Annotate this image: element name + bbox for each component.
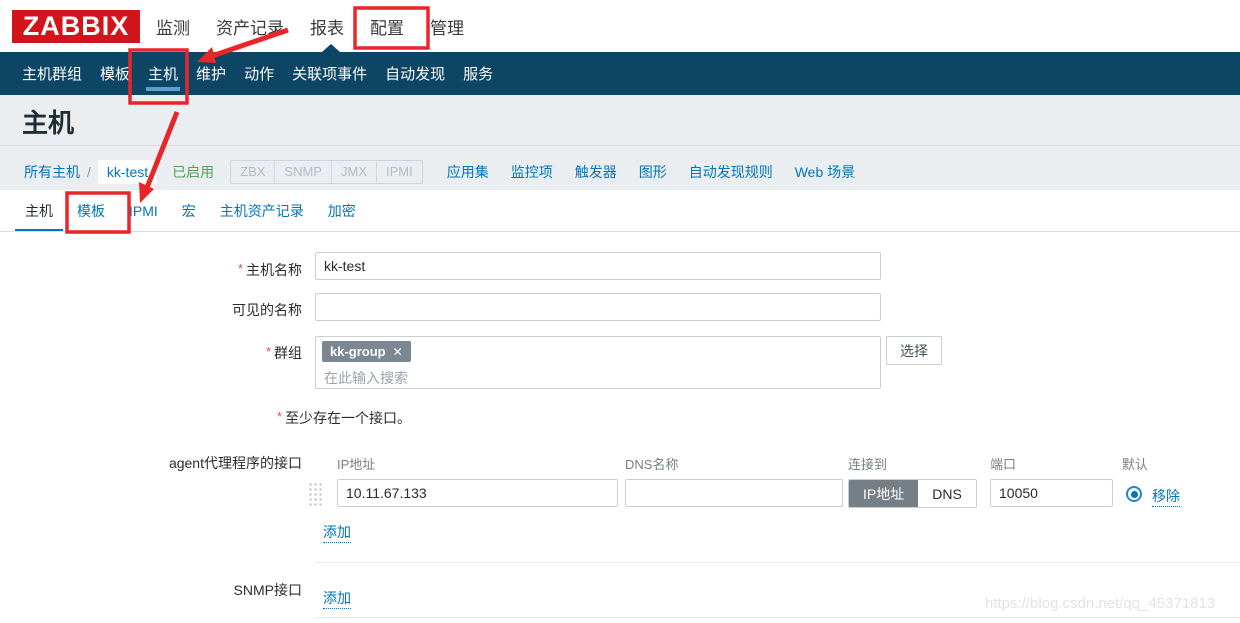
sub-nav-bar: 主机群组 模板 主机 维护 动作 关联项事件 自动发现 服务 [0,52,1240,95]
page-title: 主机 [22,103,74,140]
connect-to-toggle: IP地址 DNS [848,479,977,508]
availability-badges: ZBX SNMP JMX IPMI [230,160,423,184]
top-menu-reports[interactable]: 报表 [310,14,344,39]
agent-interface-label: agent代理程序的接口 [0,453,302,473]
interface-required-note: *至少存在一个接口。 [277,408,411,428]
breadcrumb: 所有主机 / kk-test 已启用 ZBX SNMP JMX IPMI 应用集… [24,159,855,185]
breadcrumb-entity-links: 应用集 监控项 触发器 图形 自动发现规则 Web 场景 [447,162,855,182]
visible-name-input[interactable] [315,293,881,321]
bottom-divider [315,617,1240,618]
breadcrumb-host-box[interactable]: kk-test [98,160,157,184]
tab-host-inventory[interactable]: 主机资产记录 [208,190,316,232]
interface-port-input[interactable] [990,479,1113,507]
visible-name-label: 可见的名称 [0,300,302,320]
selected-menu-notch [322,44,340,52]
connect-to-ip-option[interactable]: IP地址 [849,480,918,507]
tab-bar: 主机 模板 IPMI 宏 主机资产记录 加密 [0,190,1240,232]
chip-remove-icon[interactable]: ✕ [393,345,403,359]
badge-zbx: ZBX [231,161,274,183]
nav-event-correlation[interactable]: 关联项事件 [283,52,376,95]
top-menu-monitoring[interactable]: 监测 [156,14,190,39]
nav-services[interactable]: 服务 [454,52,502,95]
badge-snmp: SNMP [274,161,331,183]
default-interface-radio[interactable] [1126,486,1142,502]
required-asterisk: * [266,344,271,359]
group-select-button[interactable]: 选择 [886,336,942,365]
required-asterisk: * [277,409,282,424]
badge-ipmi: IPMI [376,161,422,183]
connect-to-dns-option[interactable]: DNS [918,480,976,507]
host-name-label: *主机名称 [0,260,302,280]
breadcrumb-all-hosts-link[interactable]: 所有主机 [24,162,80,182]
interface-drag-handle[interactable] [308,482,322,507]
link-triggers[interactable]: 触发器 [575,162,617,182]
column-port: 端口 [990,454,1016,473]
agent-interface-add-link[interactable]: 添加 [323,522,351,543]
nav-maintenance[interactable]: 维护 [187,52,235,95]
tab-bar-divider [0,231,1240,232]
top-menu-inventory[interactable]: 资产记录 [216,14,284,39]
csdn-watermark: https://blog.csdn.net/qq_45371813 [985,595,1215,612]
nav-discovery[interactable]: 自动发现 [376,52,454,95]
top-menu-configuration[interactable]: 配置 [370,14,404,39]
nav-templates[interactable]: 模板 [91,52,139,95]
title-divider [0,145,1240,146]
link-web-scenarios[interactable]: Web 场景 [795,162,855,182]
radio-dot [1131,491,1138,498]
link-discovery-rules[interactable]: 自动发现规则 [689,162,773,182]
zabbix-host-config-screen: ZABBIX 监测 资产记录 报表 配置 管理 主机群组 模板 主机 维护 动作… [0,0,1240,623]
link-applications[interactable]: 应用集 [447,162,489,182]
zabbix-logo[interactable]: ZABBIX [12,10,140,43]
tab-ipmi[interactable]: IPMI [117,190,170,232]
link-graphs[interactable]: 图形 [639,162,667,182]
group-chip: kk-group✕ [322,341,411,362]
group-search-placeholder[interactable]: 在此输入搜索 [324,368,872,388]
interface-dns-input[interactable] [625,479,843,507]
interface-ip-input[interactable] [337,479,618,507]
top-bar: ZABBIX 监测 资产记录 报表 配置 管理 [0,0,1240,52]
column-ip: IP地址 [337,454,375,473]
tab-macros[interactable]: 宏 [170,190,208,232]
groups-label: *群组 [0,343,302,363]
required-asterisk: * [238,261,243,276]
column-default: 默认 [1122,454,1148,473]
link-items[interactable]: 监控项 [511,162,553,182]
nav-hosts[interactable]: 主机 [139,52,187,95]
groups-multiselect[interactable]: kk-group✕ 在此输入搜索 [315,336,881,389]
column-connect-to: 连接到 [848,454,887,473]
interface-remove-link[interactable]: 移除 [1152,486,1180,507]
breadcrumb-separator: / [87,164,91,180]
tab-templates[interactable]: 模板 [65,190,117,232]
nav-actions[interactable]: 动作 [235,52,283,95]
top-menu: 监测 资产记录 报表 配置 管理 [156,0,464,52]
top-menu-administration[interactable]: 管理 [430,14,464,39]
breadcrumb-host-link[interactable]: kk-test [107,164,148,180]
host-name-input[interactable] [315,252,881,280]
snmp-interface-label: SNMP接口 [0,580,302,600]
column-dns: DNS名称 [625,454,678,473]
tab-encryption[interactable]: 加密 [316,190,368,232]
tab-host[interactable]: 主机 [13,190,65,232]
interface-section-divider [315,562,1240,563]
nav-host-groups[interactable]: 主机群组 [13,52,91,95]
host-status-badge[interactable]: 已启用 [172,162,214,182]
badge-jmx: JMX [331,161,376,183]
snmp-interface-add-link[interactable]: 添加 [323,588,351,609]
